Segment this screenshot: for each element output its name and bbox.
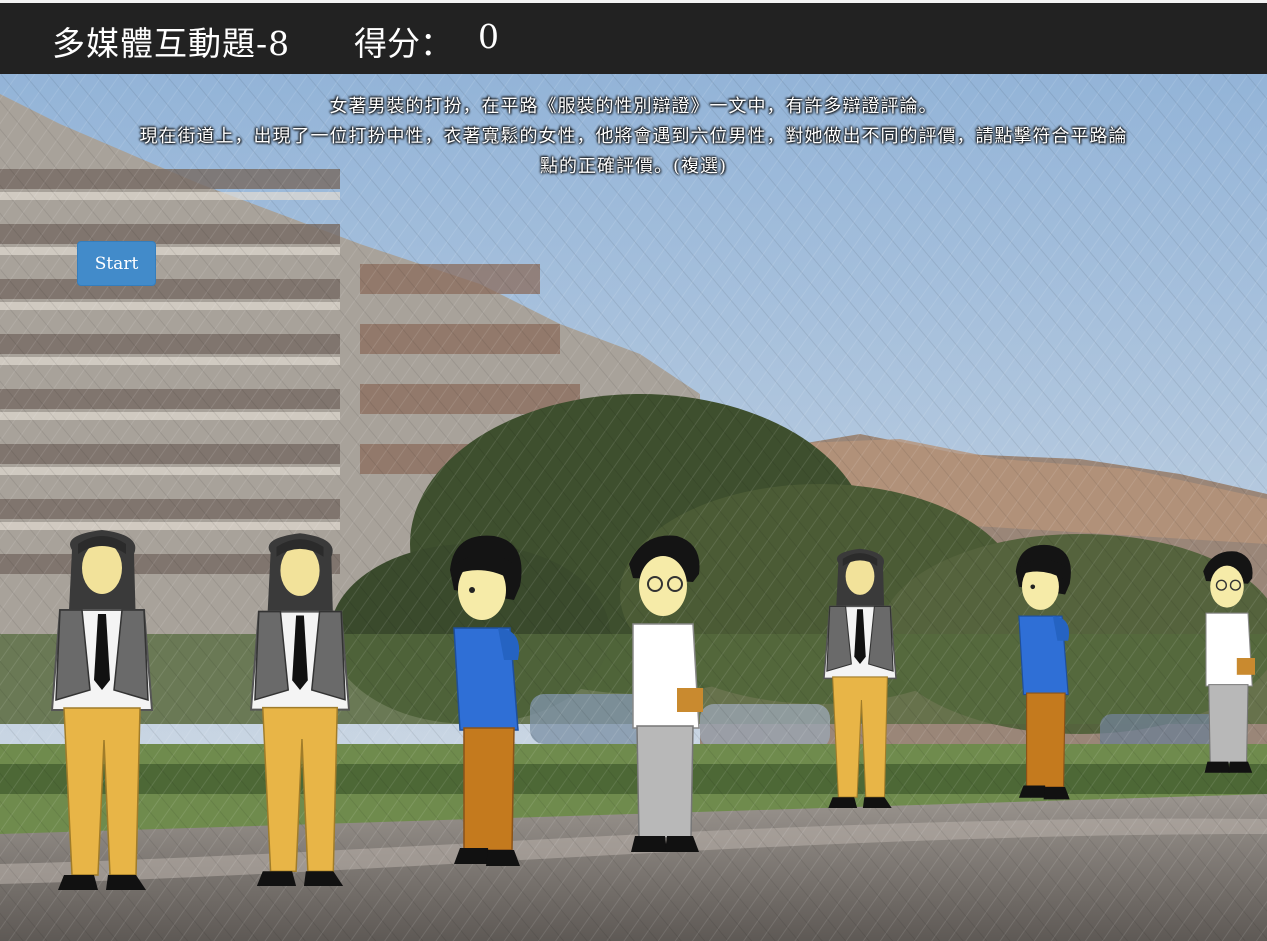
character-man-hoodie-2[interactable] bbox=[1015, 544, 1072, 800]
characters-layer bbox=[51, 529, 1256, 891]
character-man-glasses-1[interactable] bbox=[628, 534, 704, 853]
character-man-glasses-2[interactable] bbox=[1202, 550, 1256, 774]
character-woman-1[interactable] bbox=[51, 529, 153, 891]
character-woman-2[interactable] bbox=[250, 532, 350, 887]
character-woman-3[interactable] bbox=[823, 548, 897, 809]
character-man-hoodie-1[interactable] bbox=[449, 534, 523, 867]
game-page: 多媒體互動題-8 得分： 0 女著男裝的打扮，在平路《服裝的性別辯證》一文中，有… bbox=[0, 0, 1267, 941]
